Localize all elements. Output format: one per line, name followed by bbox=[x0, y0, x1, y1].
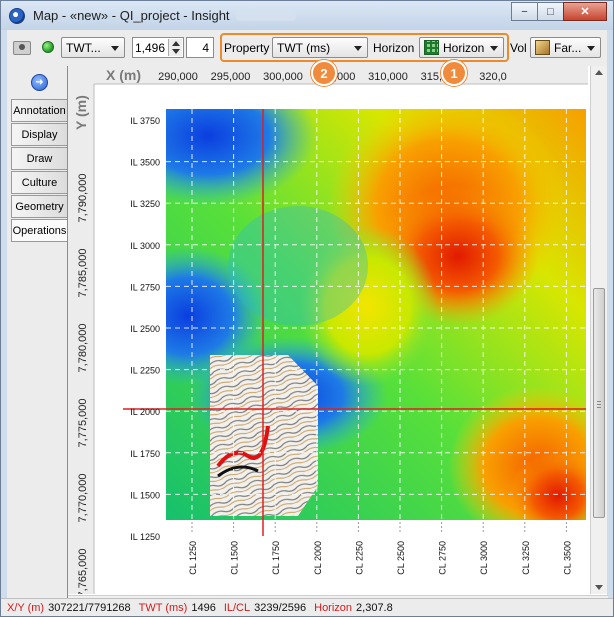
maximize-button[interactable]: □ bbox=[537, 2, 564, 21]
tab-annotation[interactable]: Annotation bbox=[11, 99, 67, 122]
side-tabs: ➜ Annotation Display Draw Culture Geomet… bbox=[7, 66, 67, 612]
crossline-label: CL 2500 bbox=[396, 541, 406, 575]
inline-label: IL 2250 bbox=[130, 366, 160, 376]
app-icon bbox=[9, 7, 25, 24]
inline-label: IL 1750 bbox=[130, 449, 160, 459]
twt-combo[interactable]: TWT... bbox=[61, 37, 125, 58]
crossline-label: CL 3500 bbox=[562, 541, 572, 575]
y-tick-label: 7,785,000 bbox=[77, 249, 89, 298]
inline-label: IL 3500 bbox=[130, 158, 160, 168]
scroll-up-icon[interactable] bbox=[595, 70, 603, 75]
minimize-button[interactable]: − bbox=[511, 2, 538, 21]
x-tick-label: 290,000 bbox=[158, 71, 198, 83]
inline-label: IL 3000 bbox=[130, 241, 160, 251]
seismic-overlay bbox=[210, 355, 318, 516]
time-spinner-value: 1,496 bbox=[134, 40, 165, 55]
inline-label: IL 2000 bbox=[130, 407, 160, 417]
status-ilcl-label: IL/CL bbox=[223, 601, 251, 614]
status-light-icon[interactable] bbox=[42, 41, 54, 53]
client-area: TWT... 1,496 4 Property TWT (ms) Horizon… bbox=[7, 30, 608, 612]
inline-label: IL 2500 bbox=[130, 324, 160, 334]
twt-combo-value: TWT... bbox=[66, 40, 101, 55]
scroll-down-icon[interactable] bbox=[595, 585, 603, 590]
y-tick-label: 7,770,000 bbox=[77, 474, 89, 523]
tab-display[interactable]: Display bbox=[11, 123, 67, 146]
close-button[interactable]: ✕ bbox=[563, 2, 607, 21]
status-twt-label: TWT (ms) bbox=[138, 601, 188, 614]
window-controls: − □ ✕ bbox=[511, 2, 607, 21]
x-tick-label: 300,000 bbox=[263, 71, 303, 83]
inline-label: IL 1500 bbox=[130, 490, 160, 500]
crossline-label: CL 3250 bbox=[521, 541, 531, 575]
volume-cube-icon bbox=[535, 40, 550, 55]
tab-operations[interactable]: Operations bbox=[11, 219, 67, 242]
map-canvas[interactable]: X (m) Y (m) 290,000295,000300,000305,000… bbox=[68, 66, 588, 594]
crossline-label: CL 3000 bbox=[479, 541, 489, 575]
status-horizon-label: Horizon bbox=[314, 601, 353, 614]
y-axis-title: Y (m) bbox=[73, 95, 89, 130]
spinner-arrows-icon[interactable] bbox=[168, 39, 182, 56]
x-axis-title: X (m) bbox=[106, 67, 141, 83]
crossline-label: CL 2250 bbox=[354, 541, 364, 575]
chevron-down-icon bbox=[587, 46, 595, 51]
x-tick-label: 310,000 bbox=[368, 71, 408, 83]
volume-select[interactable]: Far... bbox=[530, 37, 601, 58]
map-window: Map - «new» - QI_project - Insight − □ ✕… bbox=[0, 0, 614, 617]
volume-label: Vol bbox=[510, 40, 527, 55]
window-title: Map - «new» - QI_project - Insight bbox=[33, 8, 230, 23]
x-tick-label: 320,0 bbox=[479, 71, 507, 83]
status-bar: X/Y (m) 307221/7791268 TWT (ms) 1496 IL/… bbox=[1, 598, 613, 616]
tab-draw[interactable]: Draw bbox=[11, 147, 67, 170]
inline-label: IL 3250 bbox=[130, 199, 160, 209]
inline-label: IL 2750 bbox=[130, 282, 160, 292]
callout-badge-2: 2 bbox=[311, 60, 337, 86]
inline-label: IL 3750 bbox=[130, 116, 160, 126]
crossline-label: CL 2750 bbox=[438, 541, 448, 575]
camera-icon[interactable] bbox=[13, 41, 31, 55]
status-horizon-value: 2,307.8 bbox=[356, 601, 393, 614]
x-tick-label: 295,000 bbox=[211, 71, 251, 83]
navigate-arrow-icon[interactable]: ➜ bbox=[31, 74, 48, 91]
crossline-label: CL 1500 bbox=[230, 541, 240, 575]
time-spinner[interactable]: 1,496 bbox=[132, 37, 184, 58]
status-xy-value: 307221/7791268 bbox=[48, 601, 131, 614]
volume-select-value: Far... bbox=[554, 40, 582, 55]
vertical-scrollbar[interactable] bbox=[590, 66, 607, 594]
y-tick-label: 7,775,000 bbox=[77, 399, 89, 448]
chevron-down-icon bbox=[111, 46, 119, 51]
redacted-title-text bbox=[235, 10, 296, 21]
property-horizon-highlight bbox=[220, 33, 509, 62]
crossline-label: CL 2000 bbox=[313, 541, 323, 575]
toolbar: TWT... 1,496 4 Property TWT (ms) Horizon… bbox=[7, 30, 607, 64]
status-twt-value: 1496 bbox=[191, 601, 216, 614]
tab-culture[interactable]: Culture bbox=[11, 171, 67, 194]
status-xy-label: X/Y (m) bbox=[7, 601, 45, 614]
vertical-scroll-thumb[interactable] bbox=[593, 288, 605, 518]
tab-geometry[interactable]: Geometry bbox=[11, 195, 67, 218]
crossline-label: CL 1250 bbox=[188, 541, 198, 575]
y-tick-label: 7,790,000 bbox=[77, 174, 89, 223]
step-field[interactable]: 4 bbox=[186, 37, 214, 58]
property-surface bbox=[166, 109, 586, 520]
callout-badge-1: 1 bbox=[441, 60, 467, 86]
y-tick-label: 7,765,000 bbox=[77, 549, 89, 594]
crossline-label: CL 1750 bbox=[271, 541, 281, 575]
map-view[interactable]: X (m) Y (m) 290,000295,000300,000305,000… bbox=[67, 66, 608, 612]
y-tick-label: 7,780,000 bbox=[77, 324, 89, 373]
status-ilcl-value: 3239/2596 bbox=[254, 601, 307, 614]
inline-label: IL 1250 bbox=[130, 532, 160, 542]
title-bar[interactable]: Map - «new» - QI_project - Insight − □ ✕ bbox=[1, 1, 613, 30]
